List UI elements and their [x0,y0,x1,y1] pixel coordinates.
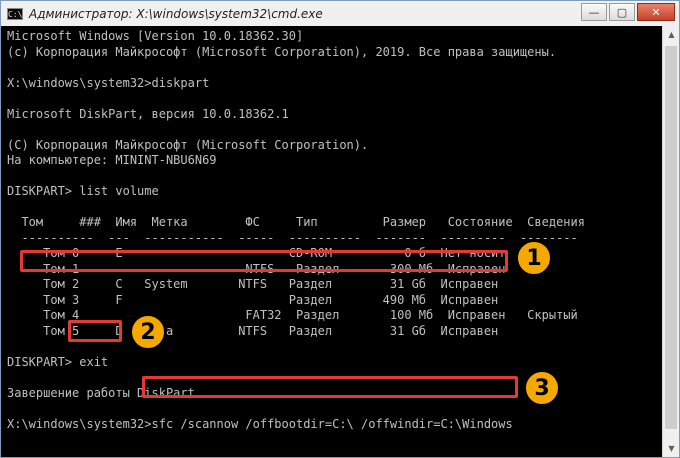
console-line: Microsoft DiskPart, версия 10.0.18362.1 [7,106,289,121]
highlight-volume-row [20,250,508,272]
console-line: X:\windows\system32>diskpart [7,75,210,90]
cmd-app-icon[interactable]: C:\ [7,7,23,20]
window-controls: — ▢ ✕ [579,3,675,21]
volume-row: Том 3 F Раздел 490 Мб Исправен [7,292,499,307]
minimize-button[interactable]: — [581,3,607,21]
scroll-up-icon[interactable]: ▲ [663,26,680,43]
scroll-down-icon[interactable]: ▼ [663,440,680,457]
step-badge-1: 1 [516,240,552,276]
volume-table-header: Том ### Имя Метка ФС Тип Размер Состояни… [7,215,585,229]
volume-row-selected: Том 2 C System NTFS Раздел 31 Gб Исправе… [7,277,499,291]
console-line: Microsoft Windows [Version 10.0.18362.30… [7,29,304,43]
maximize-icon: ▢ [616,5,628,19]
highlight-exit-command [68,320,122,342]
maximize-button[interactable]: ▢ [609,3,635,21]
highlight-sfc-command [142,376,518,398]
console-line: DISKPART> list volume [7,184,159,198]
step-badge-3: 3 [524,370,560,406]
volume-table-separator: ---------- --- ----------- ----- -------… [7,230,578,245]
console-line: На компьютере: MININT-NBU6N69 [7,153,217,167]
minimize-icon: — [588,5,600,19]
step-badge-2: 2 [130,314,166,350]
sfc-command-line: X:\windows\system32>sfc /scannow /offboo… [7,416,513,431]
console-line: (c) Корпорация Майкрософт (Microsoft Cor… [7,44,557,59]
console-line: (C) Корпорация Майкрософт (Microsoft Cor… [7,137,369,152]
exit-command-line: DISKPART> exit [7,354,109,369]
window-title: Администратор: X:\windows\system32\cmd.e… [29,6,323,21]
title-bar[interactable]: C:\ Администратор: X:\windows\system32\c… [1,1,679,26]
vertical-scrollbar[interactable]: ▲ ▼ [662,26,679,457]
scrollbar-thumb[interactable] [665,46,677,429]
close-icon: ✕ [651,5,661,19]
close-button[interactable]: ✕ [637,3,675,21]
